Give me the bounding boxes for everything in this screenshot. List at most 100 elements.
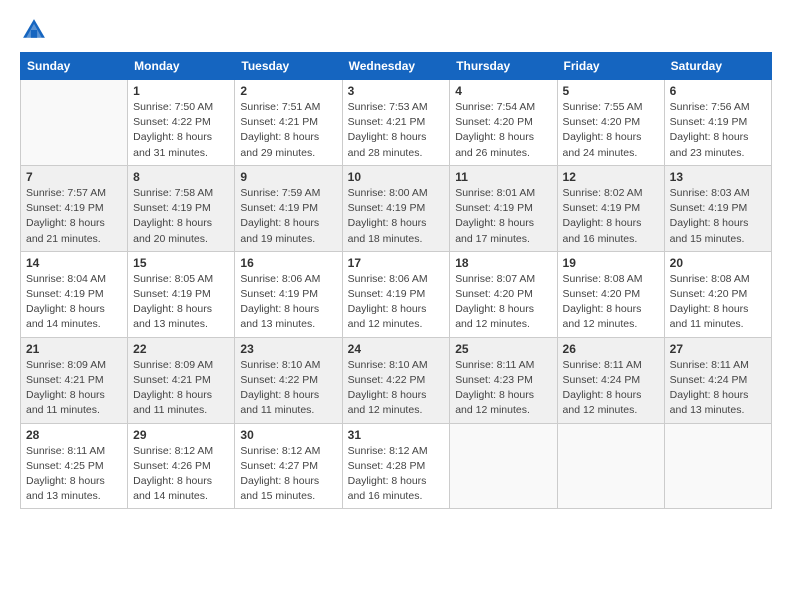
day-number: 27: [670, 342, 766, 356]
calendar-body: 1 Sunrise: 7:50 AMSunset: 4:22 PMDaylight…: [21, 80, 772, 509]
day-cell: 18 Sunrise: 8:07 AMSunset: 4:20 PMDayligh…: [450, 251, 557, 337]
day-info: Sunrise: 7:57 AMSunset: 4:19 PMDaylight:…: [26, 186, 122, 247]
day-number: 12: [563, 170, 659, 184]
day-number: 10: [348, 170, 445, 184]
header-tuesday: Tuesday: [235, 53, 342, 80]
day-cell: 3 Sunrise: 7:53 AMSunset: 4:21 PMDaylight…: [342, 80, 450, 166]
day-number: 21: [26, 342, 122, 356]
day-cell: 13 Sunrise: 8:03 AMSunset: 4:19 PMDayligh…: [664, 165, 771, 251]
day-info: Sunrise: 8:02 AMSunset: 4:19 PMDaylight:…: [563, 186, 659, 247]
day-info: Sunrise: 7:51 AMSunset: 4:21 PMDaylight:…: [240, 100, 336, 161]
day-number: 24: [348, 342, 445, 356]
day-info: Sunrise: 8:11 AMSunset: 4:25 PMDaylight:…: [26, 444, 122, 505]
logo: [20, 16, 52, 44]
day-number: 6: [670, 84, 766, 98]
day-cell: 27 Sunrise: 8:11 AMSunset: 4:24 PMDayligh…: [664, 337, 771, 423]
header-friday: Friday: [557, 53, 664, 80]
header-sunday: Sunday: [21, 53, 128, 80]
week-row-1: 1 Sunrise: 7:50 AMSunset: 4:22 PMDaylight…: [21, 80, 772, 166]
day-number: 11: [455, 170, 551, 184]
day-number: 2: [240, 84, 336, 98]
week-row-4: 21 Sunrise: 8:09 AMSunset: 4:21 PMDayligh…: [21, 337, 772, 423]
day-number: 30: [240, 428, 336, 442]
day-number: 3: [348, 84, 445, 98]
day-number: 25: [455, 342, 551, 356]
day-cell: 25 Sunrise: 8:11 AMSunset: 4:23 PMDayligh…: [450, 337, 557, 423]
day-cell: 6 Sunrise: 7:56 AMSunset: 4:19 PMDaylight…: [664, 80, 771, 166]
calendar-table: SundayMondayTuesdayWednesdayThursdayFrid…: [20, 52, 772, 509]
day-cell: 16 Sunrise: 8:06 AMSunset: 4:19 PMDayligh…: [235, 251, 342, 337]
day-info: Sunrise: 8:09 AMSunset: 4:21 PMDaylight:…: [133, 358, 229, 419]
day-number: 7: [26, 170, 122, 184]
day-number: 20: [670, 256, 766, 270]
day-number: 1: [133, 84, 229, 98]
day-info: Sunrise: 8:11 AMSunset: 4:24 PMDaylight:…: [563, 358, 659, 419]
day-info: Sunrise: 8:08 AMSunset: 4:20 PMDaylight:…: [563, 272, 659, 333]
day-cell: 7 Sunrise: 7:57 AMSunset: 4:19 PMDaylight…: [21, 165, 128, 251]
day-cell: 12 Sunrise: 8:02 AMSunset: 4:19 PMDayligh…: [557, 165, 664, 251]
day-info: Sunrise: 7:55 AMSunset: 4:20 PMDaylight:…: [563, 100, 659, 161]
day-number: 5: [563, 84, 659, 98]
day-number: 28: [26, 428, 122, 442]
day-cell: 15 Sunrise: 8:05 AMSunset: 4:19 PMDayligh…: [128, 251, 235, 337]
day-cell: [21, 80, 128, 166]
day-info: Sunrise: 8:11 AMSunset: 4:24 PMDaylight:…: [670, 358, 766, 419]
day-info: Sunrise: 7:50 AMSunset: 4:22 PMDaylight:…: [133, 100, 229, 161]
day-cell: 23Sunrise: 8:10 AMSunset: 4:22 PMDayligh…: [235, 337, 342, 423]
day-info: Sunrise: 8:12 AMSunset: 4:26 PMDaylight:…: [133, 444, 229, 505]
day-cell: 26 Sunrise: 8:11 AMSunset: 4:24 PMDayligh…: [557, 337, 664, 423]
calendar-header-row: SundayMondayTuesdayWednesdayThursdayFrid…: [21, 53, 772, 80]
day-cell: 31 Sunrise: 8:12 AMSunset: 4:28 PMDayligh…: [342, 423, 450, 509]
day-info: Sunrise: 8:00 AMSunset: 4:19 PMDaylight:…: [348, 186, 445, 247]
day-info: Sunrise: 8:08 AMSunset: 4:20 PMDaylight:…: [670, 272, 766, 333]
day-cell: 24 Sunrise: 8:10 AMSunset: 4:22 PMDayligh…: [342, 337, 450, 423]
day-number: 15: [133, 256, 229, 270]
day-number: 26: [563, 342, 659, 356]
header-saturday: Saturday: [664, 53, 771, 80]
day-cell: 1 Sunrise: 7:50 AMSunset: 4:22 PMDaylight…: [128, 80, 235, 166]
day-info: Sunrise: 8:07 AMSunset: 4:20 PMDaylight:…: [455, 272, 551, 333]
day-info: Sunrise: 8:06 AMSunset: 4:19 PMDaylight:…: [240, 272, 336, 333]
week-row-5: 28 Sunrise: 8:11 AMSunset: 4:25 PMDayligh…: [21, 423, 772, 509]
logo-icon: [20, 16, 48, 44]
day-cell: 4Sunrise: 7:54 AMSunset: 4:20 PMDaylight…: [450, 80, 557, 166]
day-number: 22: [133, 342, 229, 356]
week-row-3: 14Sunrise: 8:04 AMSunset: 4:19 PMDayligh…: [21, 251, 772, 337]
day-cell: 9Sunrise: 7:59 AMSunset: 4:19 PMDaylight…: [235, 165, 342, 251]
day-number: 13: [670, 170, 766, 184]
day-info: Sunrise: 7:53 AMSunset: 4:21 PMDaylight:…: [348, 100, 445, 161]
day-number: 19: [563, 256, 659, 270]
day-info: Sunrise: 8:01 AMSunset: 4:19 PMDaylight:…: [455, 186, 551, 247]
day-cell: 20 Sunrise: 8:08 AMSunset: 4:20 PMDayligh…: [664, 251, 771, 337]
day-cell: [664, 423, 771, 509]
day-number: 16: [240, 256, 336, 270]
day-info: Sunrise: 7:58 AMSunset: 4:19 PMDaylight:…: [133, 186, 229, 247]
day-cell: 17Sunrise: 8:06 AMSunset: 4:19 PMDayligh…: [342, 251, 450, 337]
day-info: Sunrise: 8:03 AMSunset: 4:19 PMDaylight:…: [670, 186, 766, 247]
day-number: 14: [26, 256, 122, 270]
week-row-2: 7 Sunrise: 7:57 AMSunset: 4:19 PMDaylight…: [21, 165, 772, 251]
day-info: Sunrise: 8:11 AMSunset: 4:23 PMDaylight:…: [455, 358, 551, 419]
day-cell: 11 Sunrise: 8:01 AMSunset: 4:19 PMDayligh…: [450, 165, 557, 251]
day-info: Sunrise: 7:54 AMSunset: 4:20 PMDaylight:…: [455, 100, 551, 161]
day-number: 18: [455, 256, 551, 270]
page-header: [20, 16, 772, 44]
day-info: Sunrise: 8:10 AMSunset: 4:22 PMDaylight:…: [240, 358, 336, 419]
day-cell: 28 Sunrise: 8:11 AMSunset: 4:25 PMDayligh…: [21, 423, 128, 509]
day-info: Sunrise: 8:10 AMSunset: 4:22 PMDaylight:…: [348, 358, 445, 419]
header-monday: Monday: [128, 53, 235, 80]
day-number: 31: [348, 428, 445, 442]
day-info: Sunrise: 8:12 AMSunset: 4:28 PMDaylight:…: [348, 444, 445, 505]
day-number: 8: [133, 170, 229, 184]
day-cell: 30 Sunrise: 8:12 AMSunset: 4:27 PMDayligh…: [235, 423, 342, 509]
day-info: Sunrise: 7:56 AMSunset: 4:19 PMDaylight:…: [670, 100, 766, 161]
day-info: Sunrise: 8:05 AMSunset: 4:19 PMDaylight:…: [133, 272, 229, 333]
day-number: 9: [240, 170, 336, 184]
day-info: Sunrise: 8:12 AMSunset: 4:27 PMDaylight:…: [240, 444, 336, 505]
day-cell: 10 Sunrise: 8:00 AMSunset: 4:19 PMDayligh…: [342, 165, 450, 251]
day-cell: [557, 423, 664, 509]
day-cell: 19 Sunrise: 8:08 AMSunset: 4:20 PMDayligh…: [557, 251, 664, 337]
header-thursday: Thursday: [450, 53, 557, 80]
day-cell: 5 Sunrise: 7:55 AMSunset: 4:20 PMDaylight…: [557, 80, 664, 166]
day-cell: 8 Sunrise: 7:58 AMSunset: 4:19 PMDaylight…: [128, 165, 235, 251]
